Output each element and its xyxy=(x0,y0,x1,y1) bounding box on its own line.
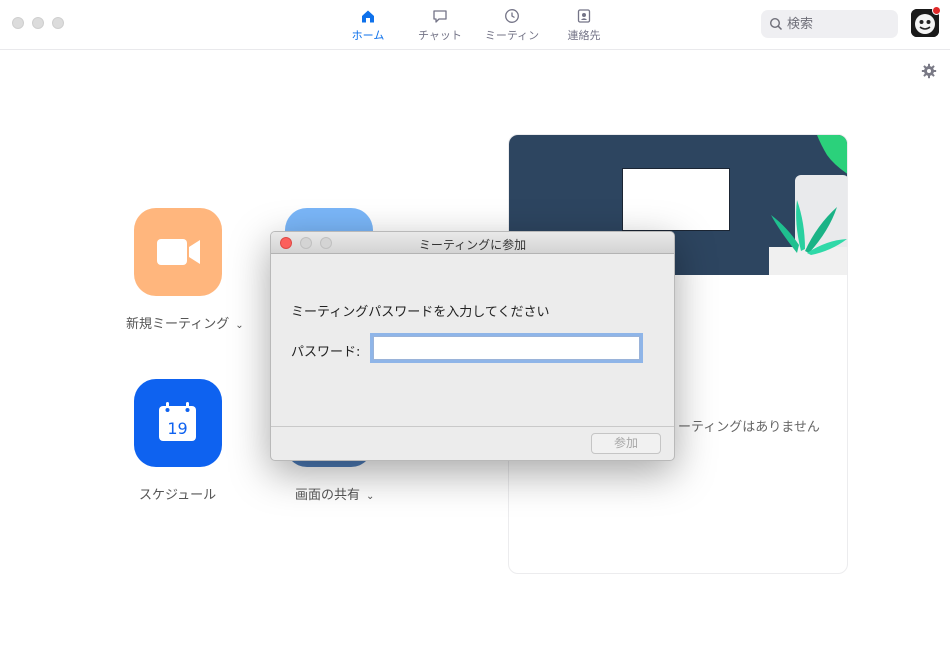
notification-badge xyxy=(932,6,941,15)
dialog-divider xyxy=(271,426,674,427)
settings-gear-icon[interactable] xyxy=(921,63,937,79)
join-button-disabled[interactable]: 参加 xyxy=(591,433,661,454)
tab-meetings[interactable]: ミーティン xyxy=(477,8,547,44)
chat-icon xyxy=(433,10,447,23)
tab-chat-label: チャット xyxy=(418,29,462,42)
plant-illustration xyxy=(769,135,847,275)
tab-chat[interactable]: チャット xyxy=(405,8,475,44)
search-box[interactable] xyxy=(761,10,898,38)
contacts-icon xyxy=(577,9,591,23)
video-camera-icon xyxy=(157,239,200,265)
calendar-icon: 19 xyxy=(159,402,196,441)
chevron-down-icon[interactable]: ⌄ xyxy=(366,491,374,502)
top-bar: ホーム チャット ミーティン 連絡先 xyxy=(0,0,950,50)
dialog-titlebar: ミーティングに参加 xyxy=(271,232,674,254)
new-meeting-button[interactable] xyxy=(134,208,222,296)
search-input[interactable] xyxy=(787,13,891,35)
chevron-down-icon[interactable]: ⌄ xyxy=(235,320,243,331)
password-field[interactable] xyxy=(373,336,640,360)
tab-home-label: ホーム xyxy=(351,29,385,42)
calendar-day: 19 xyxy=(167,419,187,438)
search-icon xyxy=(769,17,783,31)
join-meeting-password-dialog: ミーティングに参加 ミーティングパスワードを入力してください パスワード: 参加 xyxy=(270,231,675,461)
dialog-title: ミーティングに参加 xyxy=(418,238,527,252)
home-icon xyxy=(362,10,374,23)
window-zoom-button[interactable] xyxy=(52,17,64,29)
tab-contacts[interactable]: 連絡先 xyxy=(549,8,619,44)
schedule-label[interactable]: スケジュール xyxy=(139,484,216,503)
share-screen-label[interactable]: 画面の共有 ⌄ xyxy=(295,484,374,503)
time-display-box xyxy=(622,168,730,231)
window-minimize-button[interactable] xyxy=(32,17,44,29)
schedule-button[interactable]: 19 xyxy=(134,379,222,467)
new-meeting-label[interactable]: 新規ミーティング ⌄ xyxy=(126,313,244,332)
window-close-button[interactable] xyxy=(12,17,24,29)
tab-contacts-label: 連絡先 xyxy=(567,29,601,42)
tab-home[interactable]: ホーム xyxy=(333,8,403,44)
dialog-message: ミーティングパスワードを入力してください xyxy=(291,305,550,320)
clock-icon xyxy=(505,9,519,23)
no-meetings-text: ーティングはありません xyxy=(678,420,820,435)
password-label: パスワード: xyxy=(291,345,361,360)
tab-meetings-label: ミーティン xyxy=(484,29,540,42)
